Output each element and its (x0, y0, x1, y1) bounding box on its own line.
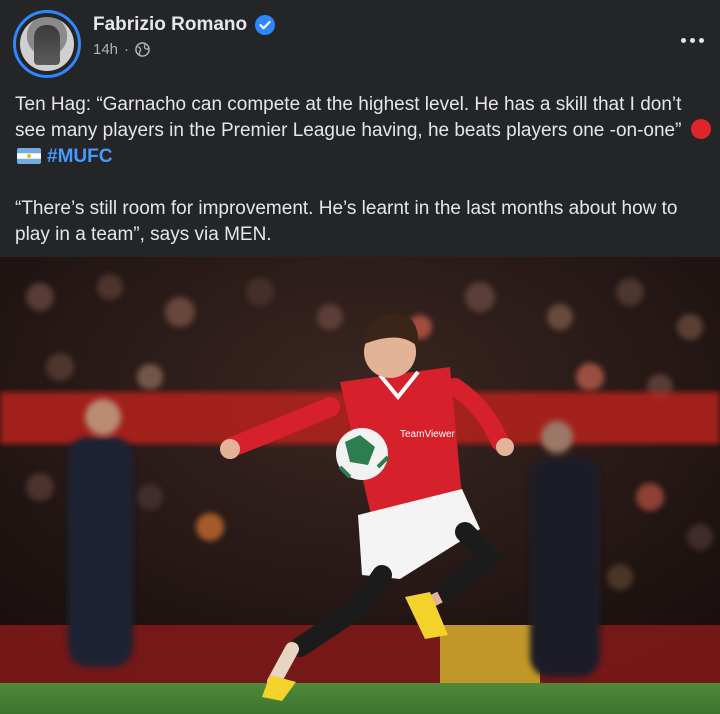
avatar-image (20, 17, 74, 71)
author-name[interactable]: Fabrizio Romano (93, 14, 247, 36)
author-name-row: Fabrizio Romano (93, 14, 276, 36)
post-timestamp[interactable]: 14h (93, 41, 118, 58)
post-paragraph-2: “There’s still room for improvement. He’… (15, 198, 678, 245)
meta-separator: · (124, 41, 130, 58)
post-photo[interactable]: TeamViewer (0, 257, 720, 714)
argentina-flag-emoji (17, 148, 41, 164)
red-circle-emoji (690, 119, 711, 139)
quote-text: Ten Hag: “Garnacho can compete at the hi… (15, 94, 682, 141)
globe-icon[interactable] (135, 42, 150, 57)
verified-badge-icon (255, 15, 276, 35)
football-player-photo: TeamViewer (0, 257, 720, 714)
post-paragraph-1: Ten Hag: “Garnacho can compete at the hi… (15, 92, 715, 170)
kit-sponsor: TeamViewer (400, 429, 456, 440)
post-header: Fabrizio Romano 14h · (0, 0, 720, 82)
post-meta: 14h · (93, 41, 150, 58)
more-options-icon (680, 37, 686, 43)
more-options-button[interactable] (678, 26, 706, 54)
author-avatar[interactable] (13, 10, 81, 78)
hashtag-link[interactable]: #MUFC (47, 146, 112, 167)
post-text: Ten Hag: “Garnacho can compete at the hi… (15, 92, 715, 248)
